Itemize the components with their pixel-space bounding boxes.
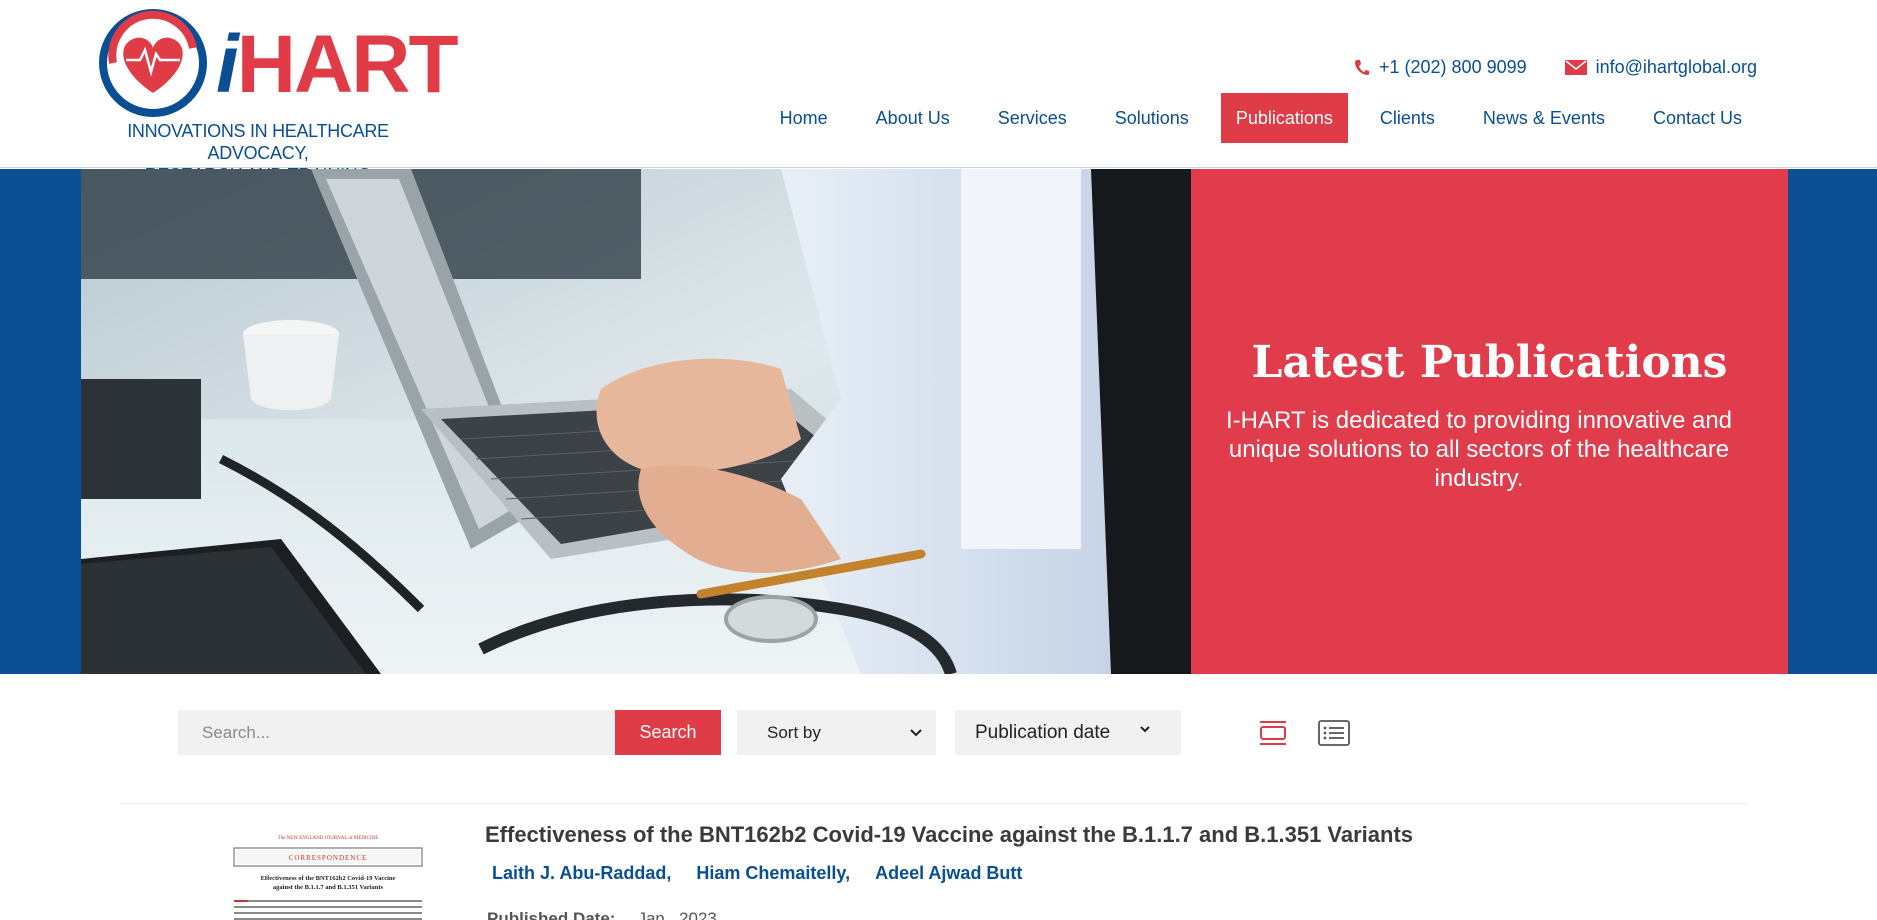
ihart-logo[interactable]: iHART INNOVATIONS IN HEALTHCARE ADVOCACY… — [98, 8, 459, 185]
publication-thumbnail[interactable]: The NEW ENGLAND JOURNAL of MEDICINE CORR… — [232, 828, 424, 920]
nav-services[interactable]: Services — [974, 93, 1091, 143]
chevron-down-icon — [910, 728, 922, 736]
logo-hart: HART — [236, 19, 459, 110]
list-view-icon[interactable] — [1317, 718, 1351, 748]
published-date-label: Published Date: — [487, 909, 616, 920]
thumb-heading-line-2: against the B.1.1.7 and B.1.351 Variants — [273, 884, 384, 891]
envelope-icon — [1564, 60, 1587, 75]
hero-panel: Latest Publications I-HART is dedicated … — [1191, 169, 1788, 674]
tagline-line-1: INNOVATIONS IN HEALTHCARE ADVOCACY, — [127, 121, 389, 163]
site-header: iHART INNOVATIONS IN HEALTHCARE ADVOCACY… — [0, 0, 1877, 185]
sort-by-label: Sort by — [767, 722, 821, 742]
hero-banner: Latest Publications I-HART is dedicated … — [0, 169, 1877, 674]
publication-title[interactable]: Effectiveness of the BNT162b2 Covid-19 V… — [485, 822, 1413, 848]
nav-about-us[interactable]: About Us — [852, 93, 974, 143]
author-link[interactable]: Hiam Chemaitelly, — [696, 863, 850, 884]
heart-logo-icon — [99, 9, 207, 117]
author-link[interactable]: Laith J. Abu-Raddad, — [492, 863, 671, 884]
email-link[interactable]: info@ihartglobal.org — [1564, 57, 1757, 78]
search-button[interactable]: Search — [615, 710, 721, 755]
logo-i: i — [216, 19, 239, 110]
nav-news-events[interactable]: News & Events — [1459, 93, 1629, 143]
publication-item: The NEW ENGLAND JOURNAL of MEDICINE CORR… — [0, 804, 1877, 920]
publications-toolbar: Search Sort by Publication date — [0, 674, 1877, 804]
chevron-down-icon — [1140, 725, 1150, 732]
phone-link[interactable]: +1 (202) 800 9099 — [1354, 57, 1527, 78]
phone-icon — [1355, 60, 1369, 75]
nav-home[interactable]: Home — [756, 93, 852, 143]
author-link[interactable]: Adeel Ajwad Butt — [875, 863, 1022, 884]
author-list: Laith J. Abu-Raddad, Hiam Chemaitelly, A… — [492, 863, 1022, 884]
main-nav: Home About Us Services Solutions Publica… — [756, 93, 1766, 143]
phone-number: +1 (202) 800 9099 — [1379, 57, 1527, 77]
logo-wordmark: iHART — [216, 19, 459, 110]
grid-view-icon[interactable] — [1256, 718, 1290, 748]
search-input[interactable] — [178, 710, 615, 755]
thumb-section: CORRESPONDENCE — [289, 854, 368, 862]
published-date-value: Jan , 2023 — [637, 909, 717, 920]
nav-clients[interactable]: Clients — [1356, 93, 1459, 143]
nav-publications[interactable]: Publications — [1220, 93, 1348, 143]
sort-by-select[interactable]: Sort by — [737, 710, 936, 755]
publication-date-select[interactable]: Publication date — [955, 710, 1181, 755]
hero-title: Latest Publications — [1251, 337, 1728, 388]
nav-solutions[interactable]: Solutions — [1091, 93, 1213, 143]
nav-contact-us[interactable]: Contact Us — [1629, 93, 1766, 143]
thumb-journal: The NEW ENGLAND JOURNAL of MEDICINE — [278, 836, 379, 841]
publication-date-row: Published Date: Jan , 2023 — [487, 909, 717, 920]
hero-description: I-HART is dedicated to providing innovat… — [1225, 407, 1733, 492]
email-address: info@ihartglobal.org — [1595, 57, 1757, 77]
publication-date-label: Publication date — [975, 721, 1111, 743]
thumb-heading-line-1: Effectiveness of the BNT162b2 Covid-19 V… — [261, 875, 396, 882]
laptop-stethoscope-photo — [81, 169, 1191, 674]
contact-bar: +1 (202) 800 9099 info@ihartglobal.org — [1354, 57, 1757, 78]
